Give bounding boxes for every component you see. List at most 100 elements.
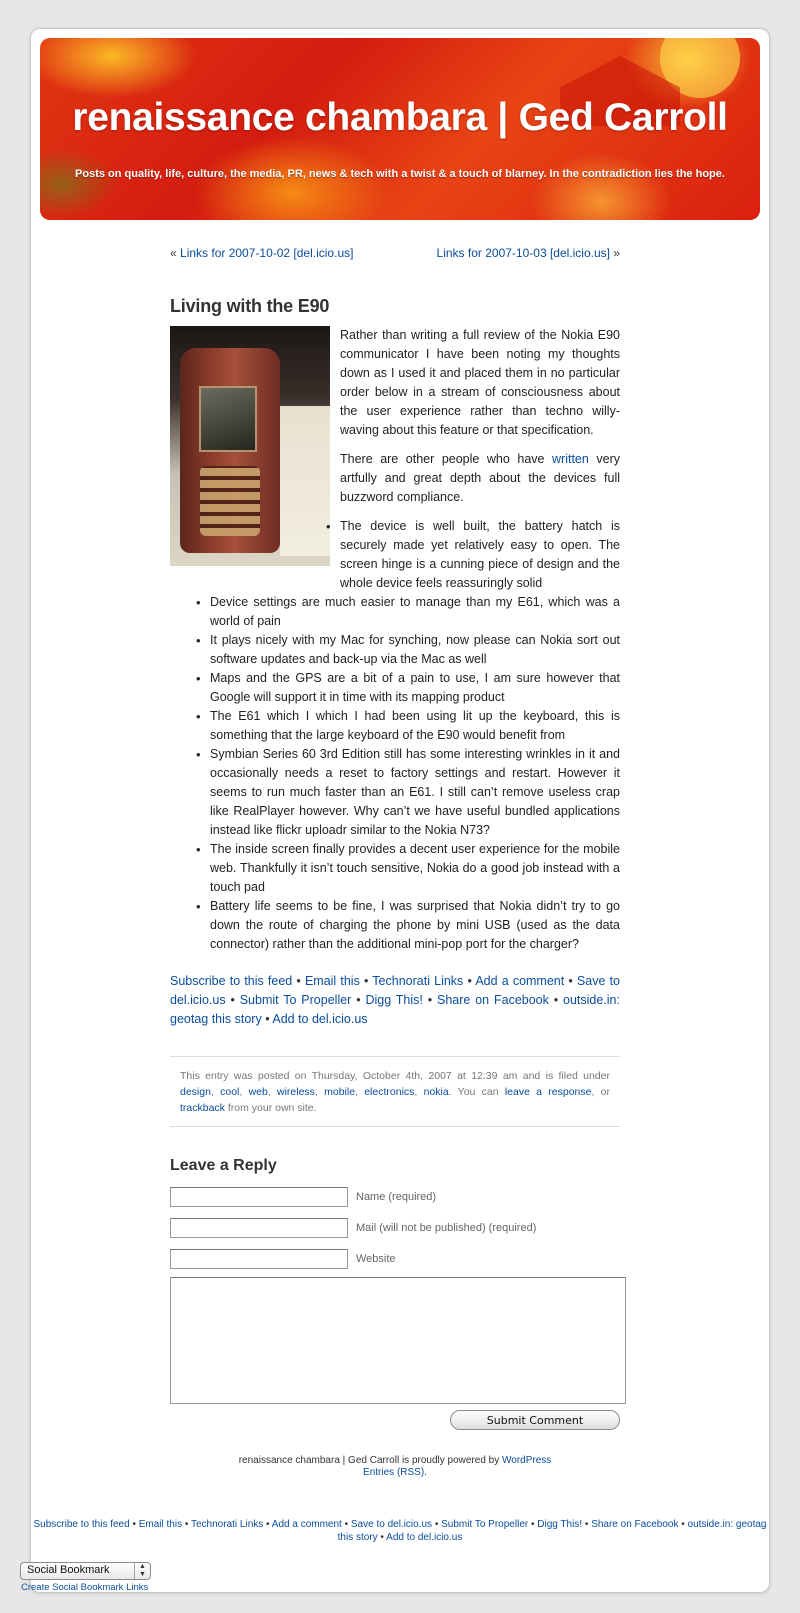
next-post: Links for 2007-10-03 [del.icio.us] » [437,246,620,260]
category-link[interactable]: electronics [364,1086,414,1098]
category-link[interactable]: wireless [277,1086,315,1098]
blog-header: renaissance chambara | Ged Carroll Posts… [40,38,760,220]
share-separator: • [292,974,305,988]
post-title: Living with the E90 [170,296,330,316]
share-separator: • [129,1519,139,1530]
category-link[interactable]: design [180,1086,211,1098]
bullet-item: The inside screen finally provides a dec… [196,840,620,897]
site-footer: renaissance chambara | Ged Carroll is pr… [170,1455,620,1479]
share-link[interactable]: Subscribe to this feed [170,974,292,988]
share-link[interactable]: Add to del.icio.us [272,1012,367,1026]
share-separator: • [528,1519,538,1530]
share-separator: • [182,1519,191,1530]
footer-line-2: Entries (RSS). [170,1467,620,1479]
footer-text: renaissance chambara | Ged Carroll is pr… [238,1455,502,1466]
prev-post: « Links for 2007-10-02 [del.icio.us] [170,246,353,260]
share-link[interactable]: Technorati Links [372,974,463,988]
share-separator: • [432,1519,442,1530]
bottom-share-link[interactable]: Save to del.icio.us [351,1519,432,1530]
next-post-link[interactable]: Links for 2007-10-03 [del.icio.us] [437,246,610,260]
written-link[interactable]: written [552,452,589,466]
share-separator: • [678,1519,688,1530]
share-separator: • [564,974,577,988]
select-arrows-icon: ▲ ▼ [134,1563,150,1579]
share-separator: • [359,974,373,988]
select-value: Social Bookmark [27,1564,110,1576]
prev-post-link[interactable]: Links for 2007-10-02 [del.icio.us] [180,246,353,260]
category-link[interactable]: nokia [424,1086,449,1098]
bullet-item: It plays nicely with my Mac for synching… [196,631,620,669]
footer-period: . [424,1467,427,1478]
share-separator: • [422,993,437,1007]
mail-label: Mail (will not be published) (required) [356,1222,537,1234]
next-arrow: » [609,246,620,260]
bottom-share-link[interactable]: Share on Facebook [591,1519,678,1530]
social-bookmark-select[interactable]: Social Bookmark ▲ ▼ [20,1562,151,1580]
post-paragraph: There are other people who have written … [340,450,620,507]
submit-comment-button[interactable]: Submit Comment [450,1410,620,1430]
blog-title-link[interactable]: renaissance chambara | Ged Carroll [40,96,760,140]
share-link[interactable]: Digg This! [365,993,422,1007]
category-separator: , [314,1086,325,1098]
bottom-share-link[interactable]: Subscribe to this feed [34,1519,130,1530]
post-share-links: Subscribe to this feed • Email this • Te… [170,972,620,1029]
leave-response-link[interactable]: leave a response [505,1086,592,1098]
meta-text: This entry was posted on Thursday, Octob… [180,1070,610,1082]
meta-text: from your own site. [224,1102,317,1114]
website-field[interactable] [170,1249,348,1269]
category-separator: , [267,1086,277,1098]
bottom-share-link[interactable]: Digg This! [537,1519,582,1530]
share-separator: • [377,1532,387,1543]
share-separator: • [463,974,476,988]
share-separator: • [548,993,563,1007]
bottom-share-links: Subscribe to this feed • Email this • Te… [30,1518,770,1544]
share-separator: • [263,1519,272,1530]
comment-textarea[interactable] [170,1277,626,1404]
bottom-share-link[interactable]: Add a comment [272,1519,342,1530]
post-bullet-list: The device is well built, the battery ha… [196,517,620,954]
category-link[interactable]: mobile [324,1086,355,1098]
share-separator: • [225,993,240,1007]
meta-text: , or [591,1086,610,1098]
bullet-item: The E61 which I which I had been using l… [196,707,620,745]
bullet-item: Symbian Series 60 3rd Edition still has … [196,745,620,840]
category-links: design, cool, web, wireless, mobile, ele… [180,1086,449,1098]
share-link[interactable]: Submit To Propeller [240,993,352,1007]
bottom-share-link[interactable]: Submit To Propeller [441,1519,528,1530]
bottom-share-link[interactable]: Email this [139,1519,182,1530]
trackback-link[interactable]: trackback [180,1102,225,1114]
email-field[interactable] [170,1218,348,1238]
bullet-item: Battery life seems to be fine, I was sur… [196,897,620,954]
entries-rss-link[interactable]: Entries (RSS) [363,1467,424,1478]
share-separator: • [261,1012,273,1026]
bullet-text: The device is well built, the battery ha… [340,519,620,590]
bottom-share-link[interactable]: Technorati Links [191,1519,263,1530]
category-link[interactable]: cool [220,1086,239,1098]
name-field[interactable] [170,1187,348,1207]
category-separator: , [355,1086,365,1098]
share-link[interactable]: Email this [305,974,360,988]
create-bookmark-link[interactable]: Create Social Bookmark Links [21,1582,148,1593]
post-meta: This entry was posted on Thursday, Octob… [170,1056,620,1127]
category-separator: , [239,1086,249,1098]
share-separator: • [341,1519,351,1530]
bullet-item: The device is well built, the battery ha… [210,517,620,593]
post-paragraph: Rather than writing a full review of the… [340,328,620,437]
share-link[interactable]: Add a comment [475,974,564,988]
meta-text: . You can [448,1086,505,1098]
post-entry: Rather than writing a full review of the… [170,326,620,954]
reply-heading: Leave a Reply [170,1157,277,1174]
prev-arrow: « [170,246,181,260]
category-separator: , [414,1086,424,1098]
bullet-item: Maps and the GPS are a bit of a pain to … [196,669,620,707]
bullet-item: Device settings are much easier to manag… [196,593,620,631]
category-link[interactable]: web [249,1086,268,1098]
name-label: Name (required) [356,1191,437,1203]
paragraph-text: There are other people who have [340,452,553,466]
share-separator: • [582,1519,592,1530]
wordpress-link[interactable]: WordPress [502,1455,551,1466]
bottom-share-link[interactable]: Add to del.icio.us [386,1532,462,1543]
share-link[interactable]: Share on Facebook [437,993,549,1007]
share-separator: • [351,993,366,1007]
category-separator: , [210,1086,221,1098]
